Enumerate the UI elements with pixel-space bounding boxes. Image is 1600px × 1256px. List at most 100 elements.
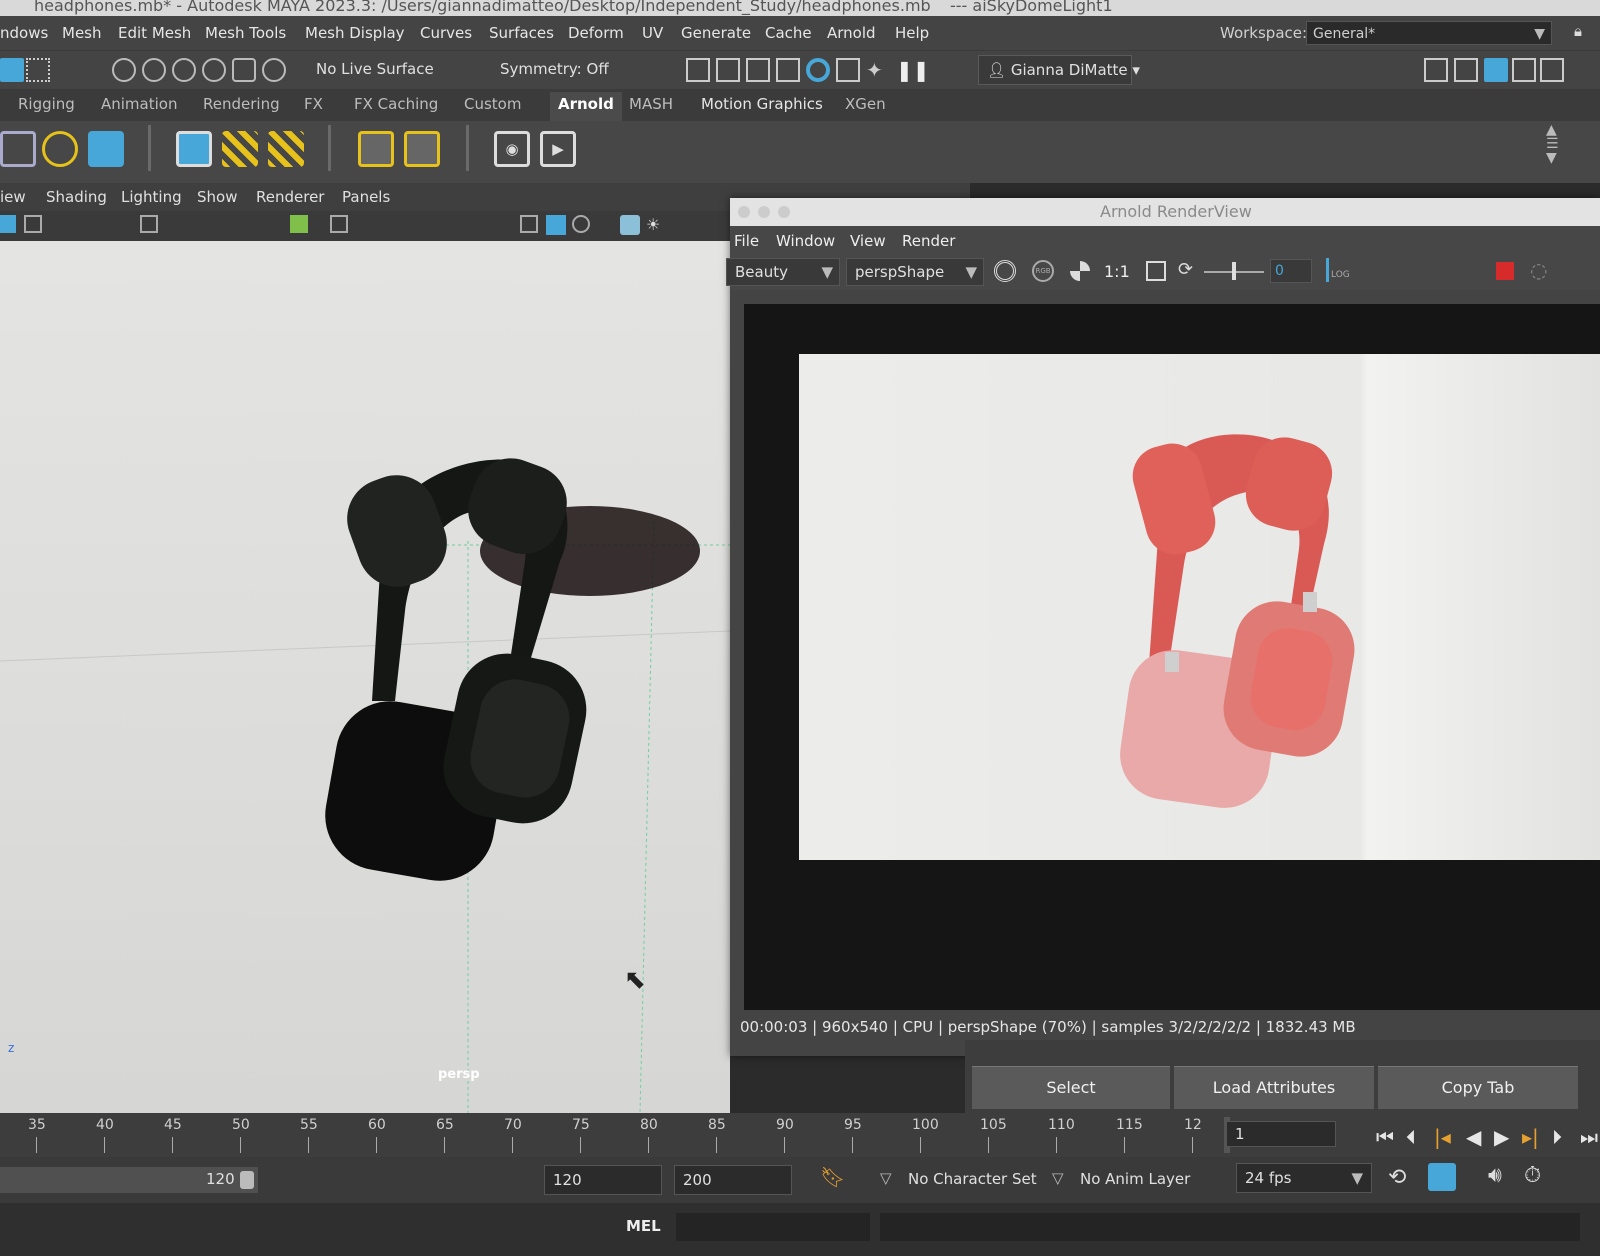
workspace-select[interactable]: General* ▼ — [1306, 21, 1552, 45]
close-icon[interactable] — [738, 206, 750, 218]
play-forwards-icon[interactable]: ▶ — [1494, 1125, 1509, 1149]
light-portal-icon[interactable] — [358, 131, 394, 167]
hypershade-icon[interactable] — [806, 58, 830, 82]
menu-help[interactable]: Help — [895, 24, 929, 42]
render-sequence-icon[interactable] — [716, 58, 740, 82]
tab-arnold[interactable]: Arnold — [550, 92, 622, 121]
current-frame-field[interactable]: 1 — [1226, 1121, 1336, 1147]
range-slider[interactable]: 120 — [0, 1167, 258, 1193]
tab-motion-graphics[interactable]: Motion Graphics — [701, 95, 823, 113]
wireframe-icon[interactable] — [520, 215, 538, 233]
menu-deform[interactable]: Deform — [568, 24, 624, 42]
symmetry-dropdown[interactable]: Symmetry: Off — [492, 56, 622, 84]
step-forward-key-icon[interactable]: ⏵ — [1552, 1125, 1562, 1149]
renderview-menu-view[interactable]: View — [850, 232, 886, 250]
render-settings-icon[interactable] — [776, 58, 800, 82]
live-surface-field[interactable]: No Live Surface — [308, 56, 448, 84]
character-controls-icon[interactable] — [1454, 58, 1478, 82]
stand-in-icon[interactable] — [88, 131, 124, 167]
textured-icon[interactable] — [572, 215, 590, 233]
grease-pencil-icon[interactable] — [290, 215, 308, 233]
animation-prefs-icon[interactable] — [1428, 1163, 1456, 1191]
sky-dome-icon[interactable] — [176, 131, 212, 167]
grid-icon[interactable] — [330, 215, 348, 233]
snap-curve-icon[interactable] — [142, 58, 166, 82]
camera-attributes-icon[interactable] — [24, 215, 42, 233]
select-tool-icon[interactable] — [0, 58, 24, 82]
tab-rigging[interactable]: Rigging — [18, 95, 75, 113]
headphones-model[interactable] — [317, 448, 596, 890]
time-slider[interactable]: 35 40 45 50 55 60 65 70 75 80 85 90 95 100 105 110 115 12 — [0, 1113, 1230, 1157]
copy-tab-button[interactable]: Copy Tab — [1378, 1066, 1578, 1109]
step-forward-frame-icon[interactable]: ▸| — [1522, 1125, 1539, 1149]
auto-key-icon[interactable]: 🔖︎ — [820, 1165, 845, 1189]
render-frame-icon[interactable] — [686, 58, 710, 82]
step-back-frame-icon[interactable]: |◂ — [1434, 1125, 1451, 1149]
character-set-dropdown[interactable]: No Character Set — [900, 1165, 1050, 1195]
attribute-editor-icon[interactable] — [1484, 58, 1508, 82]
command-input[interactable] — [676, 1213, 870, 1241]
lock-icon[interactable]: 🔒︎ — [1574, 22, 1582, 40]
snap-grid-icon[interactable] — [112, 58, 136, 82]
menu-arnold[interactable]: Arnold — [827, 24, 876, 42]
range-slider-handle[interactable] — [240, 1171, 254, 1189]
tab-xgen[interactable]: XGen — [845, 95, 886, 113]
log-toggle-icon[interactable]: LOG — [1326, 258, 1350, 282]
snap-point-icon[interactable] — [172, 58, 196, 82]
viewport-menu-renderer[interactable]: Renderer — [256, 188, 324, 206]
go-to-start-icon[interactable]: ⏮ — [1376, 1125, 1394, 1149]
tab-animation[interactable]: Animation — [101, 95, 177, 113]
chevron-down-icon[interactable]: ▽ — [880, 1169, 892, 1187]
tab-fx[interactable]: FX — [304, 95, 323, 113]
user-account-button[interactable]: 👤︎ Gianna DiMatte ▾ — [978, 55, 1140, 85]
tab-rendering[interactable]: Rendering — [203, 95, 280, 113]
tab-custom[interactable]: Custom — [464, 95, 521, 113]
frame-fit-icon[interactable] — [1146, 261, 1166, 281]
arnold-render-icon[interactable]: ✦ — [866, 58, 890, 82]
fps-dropdown[interactable]: 24 fps ▼ — [1236, 1163, 1372, 1193]
aov-dropdown[interactable]: Beauty ▼ — [726, 258, 840, 286]
tab-fx-caching[interactable]: FX Caching — [354, 95, 438, 113]
maximize-icon[interactable] — [778, 206, 790, 218]
renderview-menu-render[interactable]: Render — [902, 232, 955, 250]
exposure-slider-handle[interactable] — [1232, 262, 1236, 280]
renderview-menu-file[interactable]: File — [734, 232, 759, 250]
snap-view-icon[interactable] — [202, 58, 226, 82]
viewport-menu-shading[interactable]: Shading — [46, 188, 107, 206]
minimize-icon[interactable] — [758, 206, 770, 218]
perspective-viewport[interactable]: persp z ⬉ — [0, 241, 730, 1113]
lights-icon[interactable]: ☀ — [646, 215, 664, 234]
arnold-logo-icon[interactable] — [42, 131, 78, 167]
select-button[interactable]: Select — [972, 1066, 1170, 1109]
go-to-end-icon[interactable]: ⏭ — [1580, 1125, 1598, 1149]
chevron-down-icon[interactable]: ▽ — [1052, 1169, 1064, 1187]
render-view-icon[interactable] — [836, 58, 860, 82]
render-cube-icon[interactable] — [0, 131, 36, 167]
mesh-light-icon[interactable] — [404, 131, 440, 167]
snap-surface-icon[interactable] — [232, 58, 256, 82]
shelf-scroll-icon[interactable]: ▲ ☰ ▼ — [1546, 123, 1570, 165]
viewport-menu-view[interactable]: iew — [0, 188, 26, 206]
snap-vertex-icon[interactable] — [262, 58, 286, 82]
loop-icon[interactable]: ⟲ — [1388, 1165, 1406, 1190]
rgb-channel-icon[interactable]: RGB — [1032, 260, 1054, 282]
eye-icon[interactable]: ◉ — [494, 131, 530, 167]
viewport-menu-lighting[interactable]: Lighting — [121, 188, 182, 206]
script-language-label[interactable]: MEL — [626, 1217, 661, 1235]
ipr-refresh-icon[interactable]: ◌ — [1530, 258, 1547, 282]
bookmark-icon[interactable] — [140, 215, 158, 233]
render-region-icon[interactable] — [994, 260, 1016, 282]
preferences-icon[interactable]: ⏱︎ — [1524, 1163, 1541, 1188]
menu-windows[interactable]: ndows — [0, 24, 48, 42]
menu-curves[interactable]: Curves — [420, 24, 472, 42]
playback-end-field[interactable]: 120 — [544, 1165, 662, 1195]
viewport-menu-panels[interactable]: Panels — [342, 188, 390, 206]
menu-generate[interactable]: Generate — [681, 24, 751, 42]
lasso-select-icon[interactable] — [26, 58, 50, 82]
animation-end-field[interactable]: 200 — [674, 1165, 792, 1195]
load-attributes-button[interactable]: Load Attributes — [1174, 1066, 1374, 1109]
ipr-render-icon[interactable] — [746, 58, 770, 82]
area-light-icon[interactable] — [222, 131, 258, 167]
checker-icon[interactable] — [1070, 261, 1090, 281]
step-back-key-icon[interactable]: ⏴ — [1406, 1125, 1416, 1149]
